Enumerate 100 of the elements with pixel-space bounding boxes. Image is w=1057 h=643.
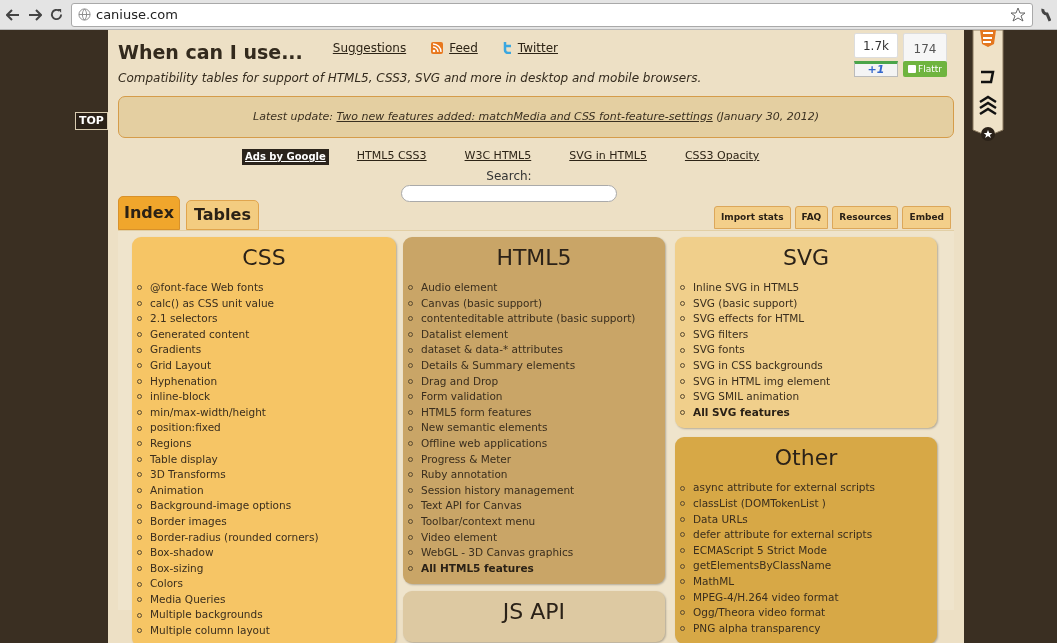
search-label: Search: [486, 168, 532, 185]
feature-link[interactable]: Datalist element [421, 326, 509, 343]
search-field[interactable] [401, 185, 617, 202]
feature-link[interactable]: Ogg/Theora video format [693, 605, 826, 621]
update-link[interactable]: Two new features added: matchMedia and CSS font-feature-settings [336, 109, 713, 123]
feature-link[interactable]: Media Queries [150, 591, 226, 608]
rss-icon [431, 42, 444, 54]
feature-link[interactable]: Generated content [150, 326, 250, 343]
feature-link[interactable]: Box-sizing [150, 560, 204, 577]
feature-link[interactable]: Canvas (basic support) [421, 295, 542, 312]
address-bar[interactable]: caniuse.com [71, 2, 1033, 27]
feature-link[interactable]: Colors [150, 576, 183, 592]
feature-link[interactable]: Video element [421, 529, 498, 546]
site-title: When can I use... [118, 40, 303, 65]
feature-link[interactable]: Box-shadow [150, 545, 214, 561]
feature-link[interactable]: HTML5 form features [421, 404, 532, 421]
feature-link[interactable]: All HTML5 features [421, 560, 534, 577]
feature-link[interactable]: Audio element [421, 280, 498, 296]
card-title: HTML5 [495, 244, 573, 272]
feature-link[interactable]: classList (DOMTokenList ) [693, 495, 826, 512]
feature-link[interactable]: position:fixed [150, 420, 221, 436]
wrench-icon[interactable] [1041, 7, 1051, 22]
feature-link[interactable]: Table display [150, 451, 218, 468]
ad-link[interactable]: W3C HTML5 [464, 148, 532, 165]
card-title: Other [773, 444, 839, 473]
feature-link[interactable]: MPEG-4/H.264 video format [693, 589, 839, 606]
feature-link[interactable]: SVG SMIL animation [693, 389, 800, 405]
top-button[interactable]: TOP [75, 112, 108, 130]
feature-link[interactable]: SVG fonts [693, 342, 745, 358]
feature-link[interactable]: SVG effects for HTML [693, 311, 805, 327]
card-title: CSS [241, 244, 287, 272]
url-text: caniuse.com [96, 5, 179, 24]
feature-link[interactable]: SVG in HTML img element [693, 373, 831, 390]
feature-link[interactable]: contenteditable attribute (basic support) [421, 311, 636, 327]
reload-icon[interactable] [50, 8, 63, 21]
feature-link[interactable]: Drag and Drop [421, 373, 499, 390]
tool-button[interactable]: FAQ [794, 206, 829, 229]
feature-link[interactable]: Border-radius (rounded corners) [150, 529, 319, 546]
ad-link[interactable]: CSS3 Opacity [684, 148, 760, 165]
card-title: JS API [500, 598, 567, 627]
feature-link[interactable]: Multiple column layout [150, 623, 270, 639]
feature-link[interactable]: Text API for Canvas [421, 498, 522, 514]
feature-link[interactable]: SVG in CSS backgrounds [693, 357, 823, 374]
feature-link[interactable]: min/max-width/height [150, 404, 266, 421]
flattr-icon [908, 65, 916, 73]
plus-one-count: 1.7k [854, 33, 898, 58]
site-subtitle: Compatibility tables for support of HTML5, CSS3, SVG and more in desktop and mobile browsers. [118, 70, 703, 87]
feature-link[interactable]: Progress & Meter [421, 451, 512, 468]
feature-link[interactable]: dataset & data-* attributes [421, 342, 563, 358]
feature-link[interactable]: @font-face Web fonts [150, 280, 264, 296]
back-icon[interactable] [6, 8, 20, 21]
feature-link[interactable]: Offline web applications [421, 435, 548, 452]
feature-link[interactable]: ECMAScript 5 Strict Mode [693, 542, 827, 559]
feature-link[interactable]: calc() as CSS unit value [150, 295, 275, 312]
feature-link[interactable]: Session history management [421, 482, 575, 499]
tool-button[interactable]: Resources [832, 206, 899, 229]
feature-link[interactable]: Regions [150, 435, 192, 452]
feature-link[interactable]: inline-block [150, 389, 211, 405]
tab[interactable]: Tables [185, 200, 259, 230]
ad-link[interactable]: SVG in HTML5 [569, 148, 647, 165]
feature-link[interactable]: SVG (basic support) [693, 295, 798, 312]
feature-link[interactable]: Background-image options [150, 498, 292, 514]
forward-icon[interactable] [28, 8, 42, 21]
feature-link[interactable]: SVG filters [693, 326, 749, 343]
feature-link[interactable]: New semantic elements [421, 420, 548, 436]
card-title: SVG [781, 244, 831, 272]
feature-link[interactable]: defer attribute for external scripts [693, 527, 873, 543]
feature-link[interactable]: Data URLs [693, 511, 748, 528]
ad-link[interactable]: HTML5 CSS3 [356, 148, 427, 165]
ads-label[interactable]: Ads by Google [242, 148, 329, 165]
plus-one-button[interactable]: +1 [854, 61, 898, 77]
globe-icon [78, 8, 91, 21]
feature-link[interactable]: 3D Transforms [150, 467, 226, 483]
feature-link[interactable]: PNG alpha transparency [693, 620, 821, 637]
feature-link[interactable]: Details & Summary elements [421, 357, 576, 374]
feature-link[interactable]: Border images [150, 513, 227, 530]
tab[interactable]: Index [118, 196, 180, 230]
header-link[interactable]: Suggestions [332, 39, 407, 57]
header-link[interactable]: Feed [449, 39, 478, 57]
feature-link[interactable]: All SVG features [693, 404, 790, 421]
feature-link[interactable]: Multiple backgrounds [150, 607, 263, 624]
header-link[interactable]: Twitter [517, 39, 558, 57]
feature-link[interactable]: Form validation [421, 389, 503, 405]
tool-button[interactable]: Import stats [713, 206, 791, 229]
feature-link[interactable]: 2.1 selectors [150, 311, 218, 327]
feature-link[interactable]: Inline SVG in HTML5 [693, 280, 800, 296]
star-icon[interactable] [1010, 6, 1026, 23]
feature-link[interactable]: Ruby annotation [421, 467, 508, 483]
feature-link[interactable]: WebGL - 3D Canvas graphics [421, 545, 574, 561]
tool-button[interactable]: Embed [902, 206, 951, 229]
feature-link[interactable]: getElementsByClassName [693, 558, 832, 574]
feature-link[interactable]: Hyphenation [150, 373, 218, 390]
t-icon [502, 42, 512, 54]
update-text: Latest update: Two new features added: matchMedia and CSS font-feature-settings (January 30, 2012) [253, 108, 819, 125]
feature-link[interactable]: Gradients [150, 342, 202, 358]
feature-link[interactable]: Toolbar/context menu [421, 513, 536, 530]
feature-link[interactable]: MathML [693, 573, 735, 590]
feature-link[interactable]: async attribute for external scripts [693, 480, 876, 496]
feature-link[interactable]: Grid Layout [150, 357, 212, 374]
feature-link[interactable]: Animation [150, 482, 204, 499]
